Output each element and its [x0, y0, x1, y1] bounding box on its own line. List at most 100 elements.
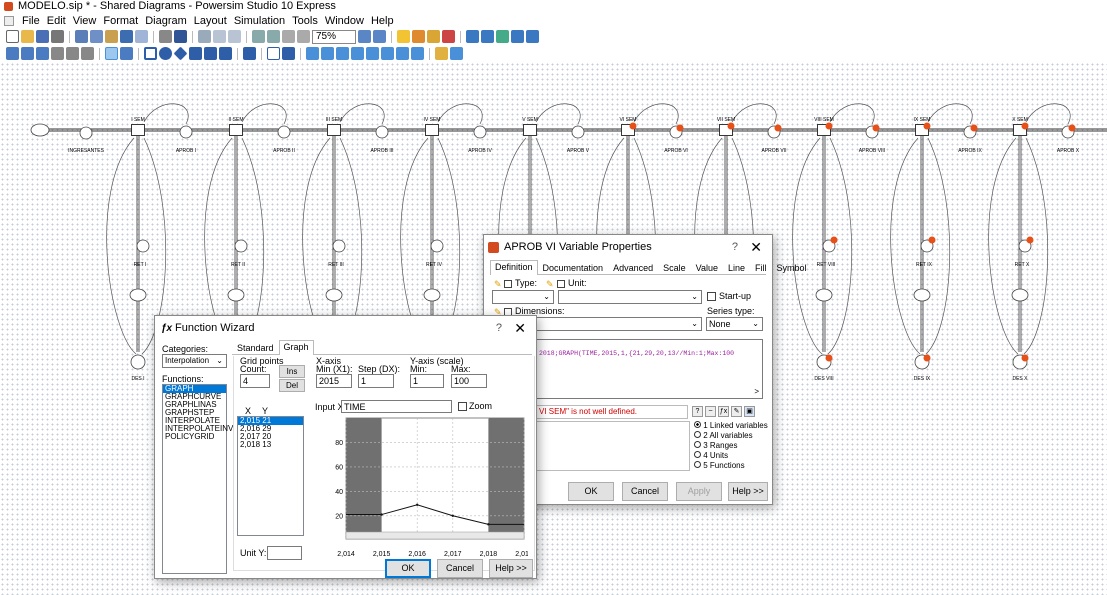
stop-icon[interactable]	[442, 30, 455, 43]
zoom-select[interactable]: 75%	[312, 29, 356, 44]
tab-scale[interactable]: Scale	[658, 261, 691, 274]
forward-step-icon[interactable]	[36, 47, 49, 60]
menu-tools[interactable]: Tools	[292, 15, 318, 27]
radio-ranges[interactable]: 3 Ranges	[694, 441, 768, 451]
scroll-right-icon[interactable]: >	[754, 387, 759, 396]
gauge-icon[interactable]	[351, 47, 364, 60]
unit-input[interactable]: ⌄	[558, 290, 702, 304]
play-icon[interactable]	[21, 47, 34, 60]
tab-symbol[interactable]: Symbol	[772, 261, 812, 274]
link-tool-icon[interactable]	[66, 47, 79, 60]
step-input[interactable]: 1	[358, 374, 394, 388]
wizard-ok-button[interactable]: OK	[385, 559, 431, 578]
points-list[interactable]: 2,015 21 2,016 29 2,017 20 2,018 13	[237, 416, 304, 536]
tab-documentation[interactable]: Documentation	[538, 261, 609, 274]
menu-help[interactable]: Help	[371, 15, 394, 27]
unit-y-input[interactable]	[267, 546, 302, 560]
presentation-icon[interactable]	[435, 47, 448, 60]
save-icon[interactable]	[36, 30, 49, 43]
distribute-icon[interactable]	[267, 30, 280, 43]
ungroup-icon[interactable]	[297, 30, 310, 43]
undo-icon[interactable]	[120, 30, 133, 43]
radio-all[interactable]: 2 All variables	[694, 431, 768, 441]
graph-plot[interactable]: 2,014 2,015 2,016 2,017 2,018 2,019 20 40 60 80	[318, 414, 528, 559]
ymin-input[interactable]: 1	[410, 374, 444, 388]
menu-edit[interactable]: Edit	[47, 15, 66, 27]
back-icon[interactable]	[213, 30, 226, 43]
radio-units[interactable]: 4 Units	[694, 451, 768, 461]
functions-list[interactable]: GRAPH GRAPHCURVE GRAPHLINAS GRAPHSTEP IN…	[162, 384, 233, 574]
new-icon[interactable]	[6, 30, 19, 43]
properties-help-button[interactable]: ?	[732, 235, 738, 260]
properties-apply-button[interactable]: Apply	[676, 482, 722, 501]
delete-button[interactable]: Del	[279, 379, 305, 392]
layout-icon[interactable]	[450, 47, 463, 60]
dataset-icon[interactable]	[481, 30, 494, 43]
slider-icon[interactable]	[366, 47, 379, 60]
auxiliary-tool-icon[interactable]	[159, 47, 172, 60]
type-select[interactable]: ⌄	[492, 290, 554, 304]
zoom-checkbox[interactable]	[458, 402, 467, 411]
reference-icon[interactable]	[243, 47, 256, 60]
menu-simulation[interactable]: Simulation	[234, 15, 285, 27]
switch-icon[interactable]	[381, 47, 394, 60]
pointer-icon[interactable]	[51, 47, 64, 60]
frame-tool-icon[interactable]	[120, 47, 133, 60]
time-table-icon[interactable]	[321, 47, 334, 60]
properties-close-button[interactable]: ✕	[750, 235, 762, 260]
menu-diagram[interactable]: Diagram	[145, 15, 187, 27]
menu-format[interactable]: Format	[103, 15, 138, 27]
select-icon[interactable]	[198, 30, 211, 43]
run-icon[interactable]	[412, 30, 425, 43]
group-icon[interactable]	[282, 30, 295, 43]
bar-chart-icon[interactable]	[336, 47, 349, 60]
type-checkbox[interactable]	[504, 280, 512, 288]
menu-view[interactable]: View	[73, 15, 97, 27]
tab-fill[interactable]: Fill	[750, 261, 772, 274]
wizard-cancel-button[interactable]: Cancel	[437, 559, 483, 578]
zoom-in-icon[interactable]	[358, 30, 371, 43]
menu-file[interactable]: File	[22, 15, 40, 27]
tab-graph[interactable]: Graph	[278, 340, 314, 355]
tab-value[interactable]: Value	[691, 261, 723, 274]
wizard-close-button[interactable]: ✕	[514, 316, 526, 341]
units-button-icon[interactable]: ▣	[744, 406, 755, 417]
print-icon[interactable]	[51, 30, 64, 43]
edit-button-icon[interactable]: ✎	[731, 406, 742, 417]
hint-icon[interactable]	[397, 30, 410, 43]
wizard-help-button[interactable]: ?	[496, 316, 502, 341]
min-x1-input[interactable]: 2015	[316, 374, 352, 388]
properties-help-button-bottom[interactable]: Help >>	[728, 482, 768, 501]
tab-advanced[interactable]: Advanced	[608, 261, 658, 274]
report-icon[interactable]	[496, 30, 509, 43]
function-item[interactable]: POLICYGRID	[163, 433, 226, 441]
function-button-icon[interactable]: ƒx	[718, 406, 729, 417]
wizard-help-button-bottom[interactable]: Help >>	[489, 559, 533, 578]
select-tool-icon[interactable]	[105, 47, 118, 60]
link-arrow-icon[interactable]	[189, 47, 202, 60]
help-small-button[interactable]: ?	[692, 406, 703, 417]
search-icon[interactable]	[526, 30, 539, 43]
menu-layout[interactable]: Layout	[194, 15, 227, 27]
tab-standard[interactable]: Standard	[232, 341, 279, 354]
tab-line[interactable]: Line	[723, 261, 750, 274]
target-icon[interactable]	[81, 47, 94, 60]
open-icon[interactable]	[21, 30, 34, 43]
table-icon[interactable]	[511, 30, 524, 43]
properties-cancel-button[interactable]: Cancel	[622, 482, 668, 501]
ymax-input[interactable]: 100	[451, 374, 487, 388]
constant-tool-icon[interactable]	[173, 46, 188, 61]
flow-tool-icon[interactable]	[204, 47, 217, 60]
startup-checkbox[interactable]	[707, 292, 716, 301]
unit-checkbox[interactable]	[557, 280, 565, 288]
time-graph-icon[interactable]	[306, 47, 319, 60]
find-icon[interactable]	[159, 30, 172, 43]
flow-with-rate-icon[interactable]	[219, 47, 232, 60]
tab-definition[interactable]: Definition	[490, 260, 538, 275]
text-icon[interactable]	[282, 47, 295, 60]
radio-functions[interactable]: 5 Functions	[694, 461, 768, 471]
copy-icon[interactable]	[90, 30, 103, 43]
level-tool-icon[interactable]	[144, 47, 157, 60]
paste-icon[interactable]	[105, 30, 118, 43]
properties-ok-button[interactable]: OK	[568, 482, 614, 501]
